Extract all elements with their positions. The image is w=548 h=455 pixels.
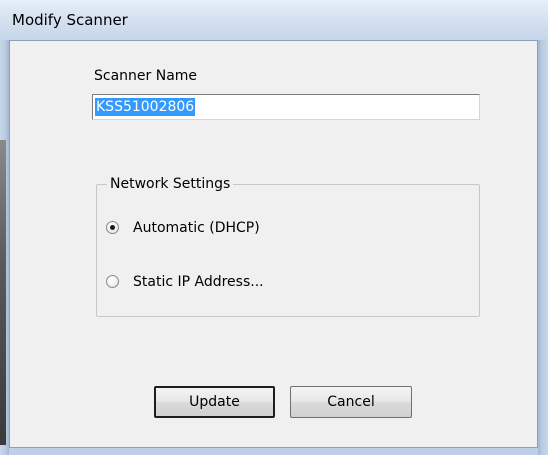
update-button[interactable]: Update — [154, 386, 275, 418]
network-settings-legend: Network Settings — [107, 175, 234, 193]
radio-selected-dot — [110, 225, 115, 230]
cancel-button[interactable]: Cancel — [290, 386, 412, 418]
title-bar[interactable]: Modify Scanner — [0, 0, 548, 40]
window-frame-left-shadow — [0, 140, 6, 445]
network-settings-group: Network Settings Automatic (DHCP) Static… — [96, 175, 480, 317]
window-title: Modify Scanner — [12, 11, 128, 29]
automatic-dhcp-label[interactable]: Automatic (DHCP) — [133, 219, 260, 237]
scanner-name-label: Scanner Name — [94, 68, 198, 84]
window-frame-right — [538, 40, 548, 455]
automatic-dhcp-radio[interactable] — [106, 221, 119, 234]
static-ip-label[interactable]: Static IP Address... — [133, 273, 264, 291]
static-ip-radio[interactable] — [106, 275, 119, 288]
dialog-client-area: Scanner Name KSS51002806 Network Setting… — [9, 40, 538, 448]
scanner-name-input[interactable]: KSS51002806 — [92, 94, 480, 120]
modify-scanner-window: Modify Scanner Scanner Name KSS51002806 … — [0, 0, 548, 455]
scanner-name-selected-text: KSS51002806 — [95, 98, 196, 116]
